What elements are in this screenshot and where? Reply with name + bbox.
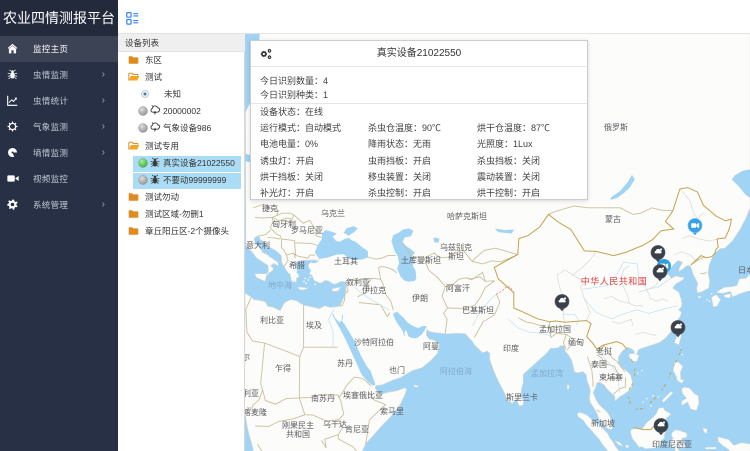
svg-text:土库曼斯坦: 土库曼斯坦 xyxy=(401,255,441,265)
svg-text:乌克兰: 乌克兰 xyxy=(321,208,345,218)
svg-text:地中海: 地中海 xyxy=(268,280,292,290)
svg-text:阿曼: 阿曼 xyxy=(423,342,439,351)
svg-text:南苏丹: 南苏丹 xyxy=(311,393,335,403)
svg-text:希腊: 希腊 xyxy=(289,260,305,270)
svg-text:喀麦隆: 喀麦隆 xyxy=(245,407,267,417)
svg-text:巴基斯坦: 巴基斯坦 xyxy=(462,305,494,315)
svg-text:阿拉伯海: 阿拉伯海 xyxy=(440,366,472,376)
svg-text:孟加拉湾: 孟加拉湾 xyxy=(531,368,563,378)
svg-text:尼日利亚: 尼日利亚 xyxy=(245,388,259,398)
svg-text:缅甸: 缅甸 xyxy=(568,337,584,347)
svg-text:也门: 也门 xyxy=(389,365,405,375)
svg-text:蒙古: 蒙古 xyxy=(605,214,621,224)
svg-text:苏丹: 苏丹 xyxy=(337,358,353,368)
svg-text:索马里: 索马里 xyxy=(380,406,404,416)
svg-text:阿富汗: 阿富汗 xyxy=(446,283,470,293)
svg-text:意大利: 意大利 xyxy=(246,240,270,250)
svg-text:哈萨克斯坦: 哈萨克斯坦 xyxy=(447,211,487,221)
svg-text:埃塞俄比亚: 埃塞俄比亚 xyxy=(343,390,383,400)
svg-text:俄罗斯: 俄罗斯 xyxy=(604,122,628,132)
svg-text:叙利亚: 叙利亚 xyxy=(346,277,370,287)
svg-text:匈牙利: 匈牙利 xyxy=(272,219,296,229)
svg-text:斯里兰卡: 斯里兰卡 xyxy=(506,392,538,402)
svg-text:柬埔寨: 柬埔寨 xyxy=(599,372,623,382)
svg-text:日本: 日本 xyxy=(738,265,750,275)
svg-text:印度尼西亚: 印度尼西亚 xyxy=(652,439,692,449)
svg-text:乌兹别克: 乌兹别克 xyxy=(440,242,472,252)
svg-text:共和国: 共和国 xyxy=(286,430,310,439)
svg-text:沙特阿拉伯: 沙特阿拉伯 xyxy=(354,337,394,347)
svg-text:土耳其: 土耳其 xyxy=(334,256,358,266)
svg-text:印度: 印度 xyxy=(503,343,519,353)
svg-text:孟加拉国: 孟加拉国 xyxy=(539,324,571,334)
svg-text:泰国: 泰国 xyxy=(591,359,607,369)
svg-text:乍得: 乍得 xyxy=(275,363,291,373)
svg-text:老挝: 老挝 xyxy=(596,346,612,356)
svg-text:新加坡: 新加坡 xyxy=(591,418,615,428)
svg-text:埃及: 埃及 xyxy=(306,320,322,330)
svg-text:利比亚: 利比亚 xyxy=(260,315,284,325)
svg-text:中华人民共和国: 中华人民共和国 xyxy=(581,276,648,287)
svg-text:伊朗: 伊朗 xyxy=(412,293,428,303)
svg-text:刚果民主: 刚果民主 xyxy=(282,420,314,430)
svg-text:尼日尔: 尼日尔 xyxy=(245,352,250,362)
svg-text:斯坦: 斯坦 xyxy=(448,251,464,261)
svg-text:乌干达: 乌干达 xyxy=(323,419,347,429)
svg-text:捷克: 捷克 xyxy=(262,203,278,213)
svg-text:肯尼亚: 肯尼亚 xyxy=(345,424,369,434)
